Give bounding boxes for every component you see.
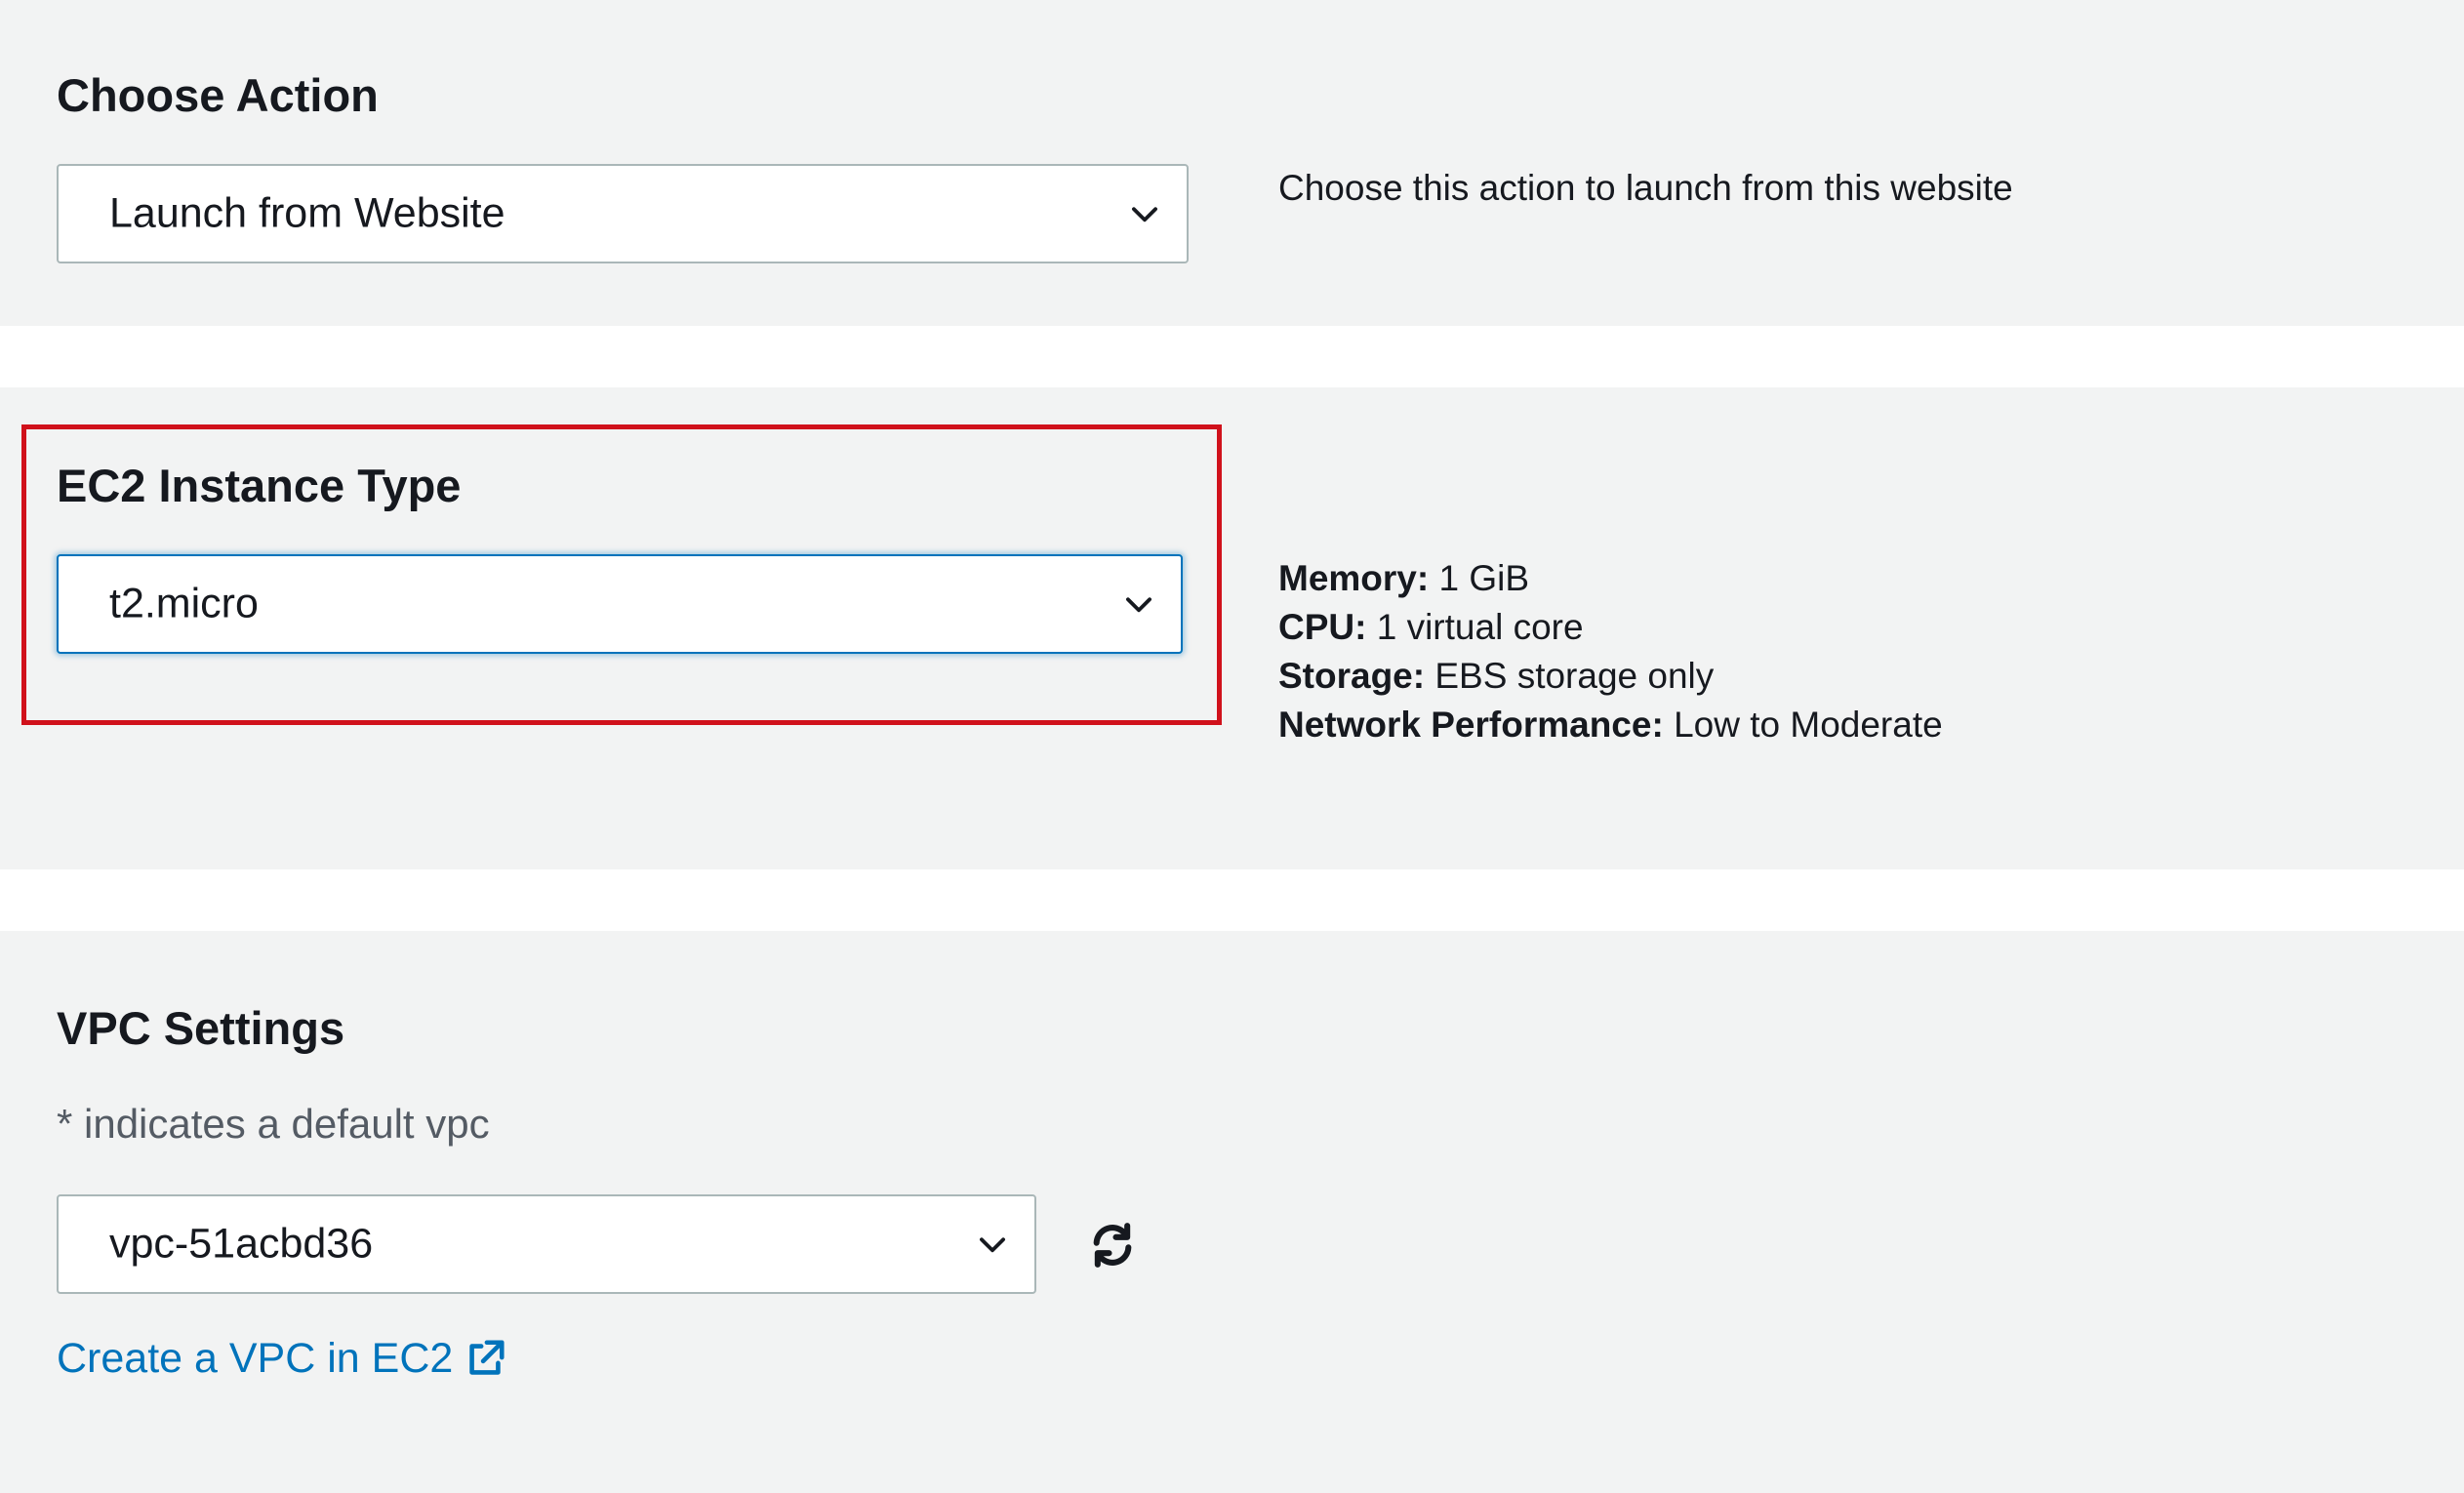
choose-action-section <box>0 0 2464 326</box>
spec-memory: Memory: 1 GiB <box>1278 558 1530 598</box>
instance-type-highlight-box <box>21 424 1222 725</box>
choose-action-description: Choose this action to launch from this w… <box>1278 168 2013 208</box>
vpc-select[interactable]: vpc-51acbd36 <box>57 1194 1036 1294</box>
spec-label: Memory <box>1278 558 1417 598</box>
spec-value: 1 virtual core <box>1376 607 1584 647</box>
spec-value: EBS storage only <box>1434 656 1715 696</box>
refresh-icon[interactable] <box>1085 1218 1140 1272</box>
spec-storage: Storage: EBS storage only <box>1278 656 1715 696</box>
vpc-settings-title: VPC Settings <box>57 1002 345 1054</box>
choose-action-select[interactable]: Launch from Website <box>57 164 1189 263</box>
spec-label: Network Performance <box>1278 705 1652 745</box>
spec-value: Low to Moderate <box>1674 705 1943 745</box>
choose-action-selected-value: Launch from Website <box>109 189 505 237</box>
vpc-selected-value: vpc-51acbd36 <box>109 1220 374 1268</box>
choose-action-title: Choose Action <box>57 69 379 121</box>
spec-network-performance: Network Performance: Low to Moderate <box>1278 705 1943 745</box>
spec-label: CPU <box>1278 607 1355 647</box>
spec-cpu: CPU: 1 virtual core <box>1278 607 1584 647</box>
external-link-icon <box>469 1339 505 1375</box>
default-vpc-hint: * indicates a default vpc <box>57 1101 490 1147</box>
create-vpc-link-label: Create a VPC in EC2 <box>57 1335 454 1382</box>
spec-label: Storage <box>1278 656 1413 696</box>
chevron-down-icon <box>980 1237 1005 1253</box>
create-vpc-link[interactable]: Create a VPC in EC2 <box>57 1335 507 1383</box>
spec-value: 1 GiB <box>1438 558 1530 598</box>
chevron-down-icon <box>1132 207 1157 222</box>
